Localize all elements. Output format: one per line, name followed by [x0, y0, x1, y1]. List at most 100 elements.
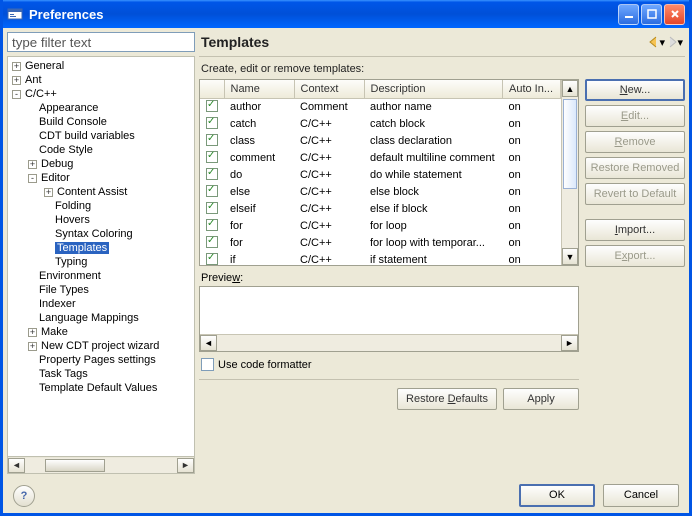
tree-item[interactable]: Template Default Values: [8, 381, 194, 395]
nav-back-icon[interactable]: ▾: [647, 34, 665, 50]
tree-item-label: Content Assist: [57, 186, 127, 198]
tree-item[interactable]: +General: [8, 59, 194, 73]
expand-icon[interactable]: +: [12, 76, 21, 85]
cell-name: catch: [224, 116, 294, 133]
tree-item[interactable]: Typing: [8, 255, 194, 269]
edit-button: Edit...: [585, 105, 685, 127]
ok-button[interactable]: OK: [519, 484, 595, 507]
row-checkbox[interactable]: [206, 100, 218, 112]
apply-button[interactable]: Apply: [503, 388, 579, 410]
row-checkbox[interactable]: [206, 134, 218, 146]
row-checkbox[interactable]: [206, 236, 218, 248]
row-checkbox[interactable]: [206, 117, 218, 129]
cell-description: catch block: [364, 116, 503, 133]
table-row[interactable]: forC/C++for loopon: [200, 218, 561, 235]
tree-item[interactable]: CDT build variables: [8, 129, 194, 143]
tree-item[interactable]: -C/C++: [8, 87, 194, 101]
table-row[interactable]: elseC/C++else blockon: [200, 184, 561, 201]
table-vertical-scrollbar[interactable]: ▲ ▼: [561, 80, 578, 265]
scroll-right-icon[interactable]: ►: [177, 458, 194, 473]
col-context[interactable]: Context: [294, 80, 364, 98]
cell-name: if: [224, 252, 294, 266]
tree-item[interactable]: Language Mappings: [8, 311, 194, 325]
minimize-button[interactable]: [618, 4, 639, 25]
row-checkbox[interactable]: [206, 168, 218, 180]
tree-item[interactable]: +Debug: [8, 157, 194, 171]
expand-icon[interactable]: -: [28, 174, 37, 183]
maximize-button[interactable]: [641, 4, 662, 25]
cell-auto: on: [503, 184, 561, 201]
expand-icon[interactable]: +: [28, 160, 37, 169]
subheading: Create, edit or remove templates:: [199, 57, 685, 79]
expand-icon[interactable]: +: [28, 328, 37, 337]
tree-item[interactable]: -Editor: [8, 171, 194, 185]
tree-item[interactable]: Appearance: [8, 101, 194, 115]
help-button[interactable]: ?: [13, 485, 35, 507]
tree-item[interactable]: Build Console: [8, 115, 194, 129]
tree-item[interactable]: Code Style: [8, 143, 194, 157]
tree-item[interactable]: Task Tags: [8, 367, 194, 381]
tree-item[interactable]: Hovers: [8, 213, 194, 227]
tree-item[interactable]: File Types: [8, 283, 194, 297]
col-name[interactable]: Name: [224, 80, 294, 98]
scroll-left-icon[interactable]: ◄: [200, 335, 217, 351]
expand-icon[interactable]: +: [28, 342, 37, 351]
tree-item[interactable]: Indexer: [8, 297, 194, 311]
table-row[interactable]: doC/C++do while statementon: [200, 167, 561, 184]
tree-item[interactable]: +Make: [8, 325, 194, 339]
row-checkbox[interactable]: [206, 202, 218, 214]
table-row[interactable]: forC/C++for loop with temporar...on: [200, 235, 561, 252]
table-row[interactable]: classC/C++class declarationon: [200, 133, 561, 150]
tree-item[interactable]: Environment: [8, 269, 194, 283]
tree-horizontal-scrollbar[interactable]: ◄ ►: [8, 456, 194, 473]
tree-item[interactable]: Property Pages settings: [8, 353, 194, 367]
row-checkbox[interactable]: [206, 219, 218, 231]
preview-box: ◄ ►: [199, 286, 579, 352]
titlebar[interactable]: Preferences: [3, 0, 689, 28]
tree-item-label: Template Default Values: [39, 382, 157, 394]
scroll-down-icon[interactable]: ▼: [562, 248, 578, 265]
templates-table[interactable]: Name Context Description Auto In... auth…: [199, 79, 579, 266]
preview-horizontal-scrollbar[interactable]: ◄ ►: [200, 334, 578, 351]
table-row[interactable]: commentC/C++default multiline commenton: [200, 150, 561, 167]
tree-item[interactable]: + Content Assist: [8, 185, 194, 199]
expand-icon[interactable]: +: [12, 62, 21, 71]
cell-auto: on: [503, 252, 561, 266]
table-row[interactable]: ifC/C++if statementon: [200, 252, 561, 266]
scroll-left-icon[interactable]: ◄: [8, 458, 25, 473]
cell-description: author name: [364, 98, 503, 116]
new-button[interactable]: New...: [585, 79, 685, 101]
scroll-thumb[interactable]: [45, 459, 105, 472]
tree-item[interactable]: Templates: [8, 241, 194, 255]
col-auto[interactable]: Auto In...: [503, 80, 561, 98]
tree-item-label: Code Style: [39, 144, 93, 156]
col-description[interactable]: Description: [364, 80, 503, 98]
table-row[interactable]: catchC/C++catch blockon: [200, 116, 561, 133]
scroll-up-icon[interactable]: ▲: [562, 80, 578, 97]
cancel-button[interactable]: Cancel: [603, 484, 679, 507]
preferences-tree[interactable]: +General+Ant-C/C++AppearanceBuild Consol…: [8, 57, 194, 456]
expand-icon[interactable]: +: [44, 188, 53, 197]
cell-context: Comment: [294, 98, 364, 116]
cell-name: elseif: [224, 201, 294, 218]
cell-name: class: [224, 133, 294, 150]
expand-icon[interactable]: -: [12, 90, 21, 99]
filter-input[interactable]: [7, 32, 195, 52]
import-button[interactable]: Import...: [585, 219, 685, 241]
tree-item-label: C/C++: [25, 88, 57, 100]
restore-defaults-button[interactable]: Restore Defaults: [397, 388, 497, 410]
tree-item[interactable]: Folding: [8, 199, 194, 213]
row-checkbox[interactable]: [206, 151, 218, 163]
table-row[interactable]: authorCommentauthor nameon: [200, 98, 561, 116]
row-checkbox[interactable]: [206, 185, 218, 197]
tree-item[interactable]: +Ant: [8, 73, 194, 87]
table-row[interactable]: elseifC/C++else if blockon: [200, 201, 561, 218]
scroll-right-icon[interactable]: ►: [561, 335, 578, 351]
use-formatter-checkbox[interactable]: [201, 358, 214, 371]
row-checkbox[interactable]: [206, 253, 218, 265]
cell-context: C/C++: [294, 133, 364, 150]
close-button[interactable]: [664, 4, 685, 25]
tree-item[interactable]: Syntax Coloring: [8, 227, 194, 241]
tree-item[interactable]: +New CDT project wizard: [8, 339, 194, 353]
scroll-thumb[interactable]: [563, 99, 577, 189]
